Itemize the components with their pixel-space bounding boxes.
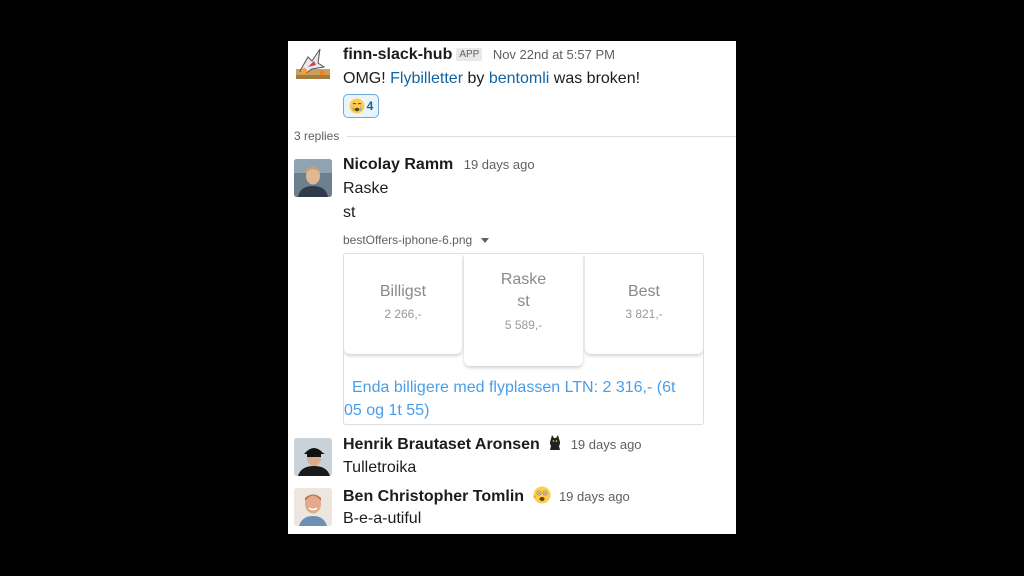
card-title: Best xyxy=(627,283,660,300)
author-name[interactable]: finn-slack-hub xyxy=(343,46,452,63)
reply-header: Nicolay Ramm 19 days ago xyxy=(343,156,535,174)
avatar[interactable] xyxy=(294,438,332,476)
root-header: finn-slack-hub APP Nov 22nd at 5:57 PM xyxy=(343,46,615,64)
replies-divider: 3 replies xyxy=(294,129,736,143)
user-photo-icon xyxy=(294,159,332,197)
message-line: B-e-a-utiful xyxy=(343,510,422,527)
card-price: 3 821,- xyxy=(625,307,663,321)
reaction-button[interactable]: 4 xyxy=(343,94,379,118)
file-header[interactable]: bestOffers-iphone-6.png xyxy=(343,231,490,249)
file-name: bestOffers-iphone-6.png xyxy=(343,233,473,247)
reaction-count: 4 xyxy=(366,99,374,113)
author-name[interactable]: Ben Christopher Tomlin xyxy=(343,488,524,505)
thread-panel: finn-slack-hub APP Nov 22nd at 5:57 PM OM… xyxy=(288,41,736,534)
app-avatar[interactable] xyxy=(294,47,332,85)
replies-count[interactable]: 3 replies xyxy=(294,129,339,143)
broken-plane-icon xyxy=(296,48,330,79)
timestamp[interactable]: 19 days ago xyxy=(464,157,535,172)
card-title: Raske xyxy=(500,271,547,288)
message-line: Tulletroika xyxy=(343,459,417,476)
offer-card-cheapest: Billigst 2 266,- xyxy=(344,254,462,354)
promo-text: Enda billigere med flyplassen LTN: 2 316… xyxy=(344,379,676,419)
image-attachment[interactable]: Billigst 2 266,- Raske st 5 589,- Best 3… xyxy=(343,253,704,425)
offer-card-fastest: Raske st 5 589,- xyxy=(464,254,583,366)
message-line: st xyxy=(343,204,356,221)
card-price: 5 589,- xyxy=(504,318,543,332)
link-flybilletter[interactable]: Flybilletter xyxy=(390,70,463,87)
author-name[interactable]: Henrik Brautaset Aronsen xyxy=(343,436,540,453)
avatar[interactable] xyxy=(294,488,332,526)
timestamp[interactable]: 19 days ago xyxy=(571,437,642,452)
link-bentomli[interactable]: bentomli xyxy=(489,70,549,87)
user-photo-icon xyxy=(294,488,332,526)
root-message: OMG! Flybilletter by bentomli was broken… xyxy=(343,70,640,88)
timestamp[interactable]: Nov 22nd at 5:57 PM xyxy=(493,47,615,62)
author-name[interactable]: Nicolay Ramm xyxy=(343,156,453,173)
card-title: st xyxy=(517,293,530,310)
app-badge: APP xyxy=(456,48,483,61)
message-line: Raske xyxy=(343,180,389,197)
caret-down-icon[interactable] xyxy=(480,236,490,244)
user-photo-icon xyxy=(294,438,332,476)
message-text: was broken! xyxy=(553,70,641,87)
avatar[interactable] xyxy=(294,159,332,197)
divider-line xyxy=(347,135,736,137)
shocked-face-icon xyxy=(532,486,550,504)
reply-header: Ben Christopher Tomlin 19 days ago xyxy=(343,486,630,506)
cat-icon xyxy=(550,435,561,450)
timestamp[interactable]: 19 days ago xyxy=(559,489,630,504)
message-text: by xyxy=(467,70,485,87)
crying-face-icon xyxy=(349,98,365,114)
offer-card-best: Best 3 821,- xyxy=(585,254,703,354)
card-price: 2 266,- xyxy=(384,307,422,321)
message-text: OMG! xyxy=(343,70,386,87)
reply-header: Henrik Brautaset Aronsen 19 days ago xyxy=(343,435,642,454)
card-title: Billigst xyxy=(379,283,427,300)
